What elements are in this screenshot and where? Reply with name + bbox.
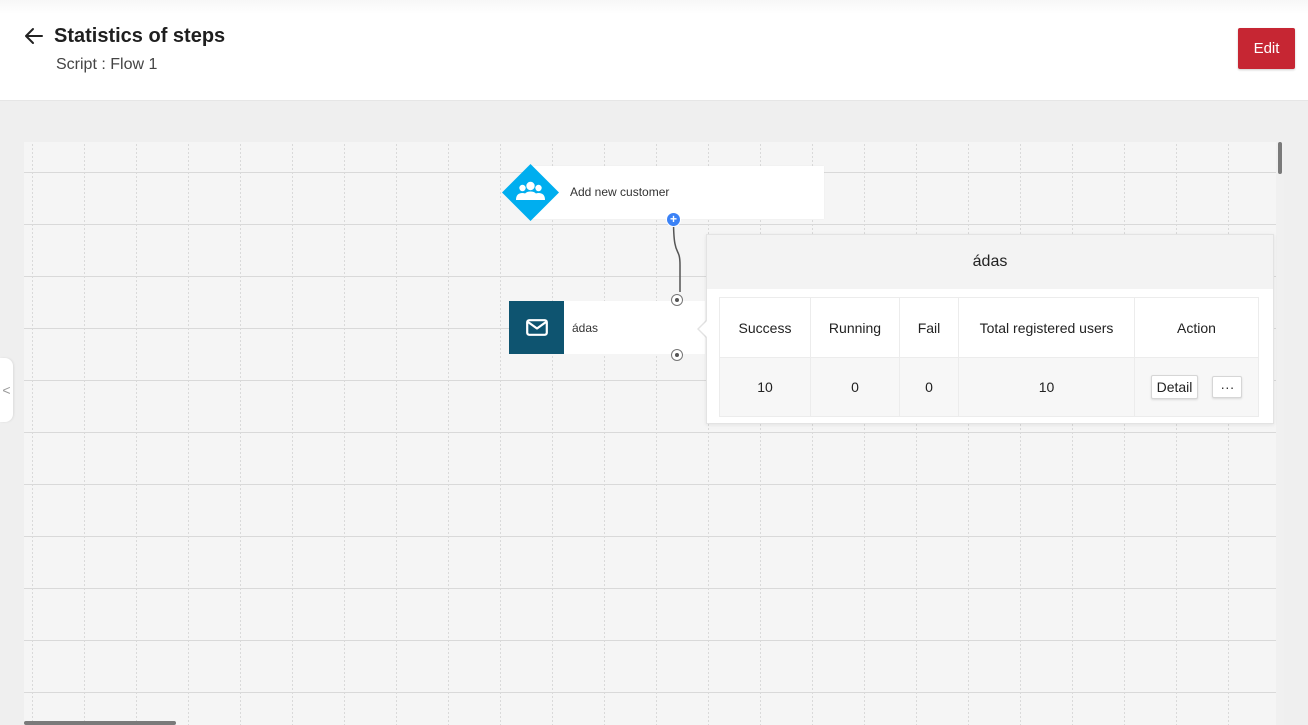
email-node-label: ádas: [572, 321, 599, 335]
add-step-plus-icon[interactable]: +: [667, 213, 680, 226]
fail-count: 0: [899, 357, 959, 417]
stats-table: Success Running Fail Total registered us…: [719, 297, 1259, 417]
detail-button[interactable]: Detail: [1150, 375, 1199, 399]
more-options-icon[interactable]: ···: [1212, 376, 1243, 398]
trigger-node-label: Add new customer: [570, 185, 670, 199]
canvas-grid: [24, 142, 1276, 725]
email-node-icon-box: [509, 301, 564, 354]
popover-title: ádas: [707, 235, 1273, 289]
total-registered-users-count: 10: [958, 357, 1135, 417]
horizontal-scrollbar-thumb[interactable]: [24, 721, 176, 725]
popover-arrow-inner: [699, 321, 707, 337]
envelope-icon: [525, 319, 548, 336]
output-port-icon[interactable]: [671, 349, 683, 361]
vertical-scrollbar-thumb[interactable]: [1278, 142, 1282, 174]
column-header-running: Running: [810, 297, 900, 358]
page-title: Statistics of steps: [54, 25, 226, 47]
column-header-action: Action: [1134, 297, 1259, 358]
chevron-left-icon: <: [2, 382, 11, 398]
page-header: Statistics of steps Script : Flow 1 Edit: [0, 0, 1308, 100]
sidebar-collapse-handle[interactable]: <: [0, 358, 13, 422]
page-subtitle: Script : Flow 1: [56, 56, 158, 73]
step-stats-popover: ádas Success Running Fail Total register…: [706, 234, 1274, 424]
column-header-fail: Fail: [899, 297, 959, 358]
flow-canvas[interactable]: [24, 142, 1276, 725]
edit-button[interactable]: Edit: [1238, 28, 1295, 69]
column-header-success: Success: [719, 297, 811, 358]
input-port-icon[interactable]: [671, 294, 683, 306]
running-count: 0: [810, 357, 900, 417]
users-group-icon: [502, 164, 559, 221]
vertical-scrollbar-track[interactable]: [1276, 142, 1284, 725]
flow-connector: [672, 220, 681, 292]
flow-node-email[interactable]: ádas: [509, 301, 705, 354]
table-header-row: Success Running Fail Total registered us…: [719, 297, 1259, 358]
table-row: 10 0 0 10 Detail ···: [719, 357, 1259, 417]
back-arrow-icon[interactable]: [22, 24, 46, 48]
action-cell: Detail ···: [1134, 357, 1259, 417]
column-header-total-registered-users: Total registered users: [958, 297, 1135, 358]
success-count: 10: [719, 357, 811, 417]
